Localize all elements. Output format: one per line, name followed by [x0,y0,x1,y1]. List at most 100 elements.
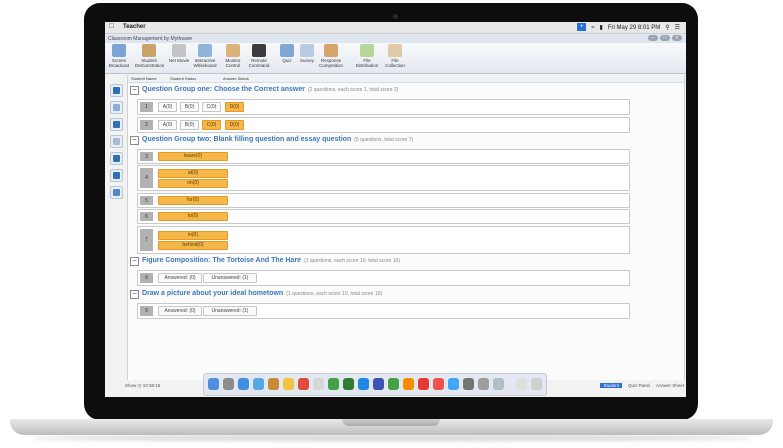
toolbar-screen-broadcast[interactable]: Screen Broadcast [105,44,133,68]
question-row-8[interactable]: 8 Answered: (0) Unanswered: (1) [137,270,630,286]
toolbar-interactive-whiteboard[interactable]: Interactive Whiteboard [191,44,219,68]
toolbar-file-distribution[interactable]: File Distribution [353,44,381,68]
question-row-1[interactable]: 1 A(0) B(0) C(0) D(0) [137,99,630,115]
wifi-icon[interactable]: ≈ [591,25,594,31]
calendar-icon[interactable] [298,378,309,390]
answer-bar[interactable]: in(0) [158,231,228,240]
toolbar-response-competition[interactable]: Response Competition [317,44,345,68]
launchpad-icon[interactable] [223,378,234,390]
downloads-icon[interactable] [516,378,527,390]
question-row-3[interactable]: 3 leave(0) [137,149,630,164]
question-row-6[interactable]: 6 to(0) [137,209,630,224]
monitor-icon [226,44,240,57]
status-icon[interactable]: + [577,23,587,31]
laptop-frame:  Teacher + ≈ ▮ Fri May 29 8:01 PM ⚲ ☰ C… [0,0,783,448]
col-student-status[interactable]: Student Status [170,76,196,81]
collapse-toggle[interactable]: – [130,136,139,145]
unanswered-count[interactable]: Unanswered: (1) [203,306,257,316]
collapse-toggle[interactable]: – [130,86,139,95]
group-icon[interactable] [110,118,123,131]
question-number: 7 [140,229,153,251]
answered-count[interactable]: Answered: (0) [158,273,202,283]
option-b[interactable]: B(0) [180,120,199,130]
student-tab[interactable]: Student [600,383,622,388]
answer-bar[interactable]: leave(0) [158,152,228,161]
broadcast-icon [112,44,126,57]
report-icon[interactable] [110,135,123,148]
quiz-panel-tab[interactable]: Quiz Panel [628,383,650,388]
pages-icon[interactable] [403,378,414,390]
utility-icon[interactable] [478,378,489,390]
keynote-icon[interactable] [373,378,384,390]
question-number: 1 [140,102,153,112]
question-row-9[interactable]: 9 Answered: (0) Unanswered: (1) [137,303,630,319]
option-c[interactable]: C(0) [202,102,221,112]
apple-icon[interactable]:  [109,23,114,30]
facetime-icon[interactable] [343,378,354,390]
toolbar-student-demonstration[interactable]: Student Demonstration [135,44,164,68]
music-icon[interactable] [418,378,429,390]
messages-icon[interactable] [358,378,369,390]
numbers-icon[interactable] [388,378,399,390]
reminders-icon[interactable] [313,378,324,390]
question-row-2[interactable]: 2 A(0) B(0) C(0) D(0) [137,117,630,133]
mail-icon[interactable] [253,378,264,390]
maps-icon[interactable] [328,378,339,390]
toolbar-net-movie[interactable]: Net Movie [165,44,193,63]
list-view-icon[interactable] [110,101,123,114]
collapse-toggle[interactable]: – [130,257,139,266]
answered-count[interactable]: Answered: (0) [158,306,202,316]
answer-sheet-tab[interactable]: Answer Sheet [656,383,684,388]
edit-icon[interactable] [110,186,123,199]
answer-bar[interactable]: behind(0) [158,241,228,250]
group-summary: (1 questions, each score 10, total score… [304,258,400,264]
student-icon[interactable] [110,152,123,165]
option-d[interactable]: D(0) [225,120,244,130]
minimize-button[interactable]: – [648,35,658,41]
group-title: Question Group two: Blank filling questi… [142,136,352,143]
system-preferences-icon[interactable] [463,378,474,390]
users-icon[interactable] [110,169,123,182]
safari-icon[interactable] [238,378,249,390]
xcode-icon[interactable] [493,378,504,390]
col-answer-status[interactable]: Answer Status [223,76,249,81]
show-toggle[interactable]: Show [125,383,136,388]
toolbar-monitor-control[interactable]: Monitor Control [219,44,247,68]
menu-datetime[interactable]: Fri May 29 8:01 PM [608,25,660,31]
question-row-7[interactable]: 7 in(0) behind(0) [137,226,630,254]
question-row-4[interactable]: 4 at(0) on(0) [137,165,630,191]
battery-icon[interactable]: ▮ [600,24,603,31]
col-student-name[interactable]: Student Name [131,76,157,81]
answer-bar[interactable]: on(0) [158,179,228,188]
maximize-button[interactable]: □ [660,35,670,41]
option-a[interactable]: A(0) [158,120,177,130]
close-button[interactable]: × [672,35,682,41]
group-title: Question Group one: Choose the Correct a… [142,86,305,93]
finder-icon[interactable] [208,378,219,390]
contacts-icon[interactable] [268,378,279,390]
answer-bar[interactable]: to(0) [158,212,228,221]
notes-icon[interactable] [283,378,294,390]
question-number: 5 [140,196,153,205]
option-b[interactable]: B(0) [180,102,199,112]
option-d[interactable]: D(0) [225,102,244,112]
answer-bar[interactable]: for(0) [158,196,228,205]
menu-app-name[interactable]: Teacher [123,24,146,30]
toolbar-file-collection[interactable]: File Collection [381,44,409,68]
window-controls: – □ × [648,35,682,41]
trash-icon[interactable] [531,378,542,390]
search-icon[interactable]: ⚲ [665,24,669,31]
thumbnail-view-icon[interactable] [110,84,123,97]
question-group-3: – Figure Composition: The Tortoise And T… [128,256,684,266]
option-c[interactable]: C(0) [202,120,221,130]
answer-bar[interactable]: at(0) [158,169,228,178]
photo-booth-icon[interactable] [433,378,444,390]
question-row-5[interactable]: 5 for(0) [137,193,630,208]
collapse-toggle[interactable]: – [130,290,139,299]
app-store-icon[interactable] [448,378,459,390]
toolbar-remote-command[interactable]: Remote Command [245,44,273,68]
list-icon[interactable]: ☰ [675,24,680,31]
left-sidebar [109,84,123,209]
unanswered-count[interactable]: Unanswered: (1) [203,273,257,283]
option-a[interactable]: A(0) [158,102,177,112]
